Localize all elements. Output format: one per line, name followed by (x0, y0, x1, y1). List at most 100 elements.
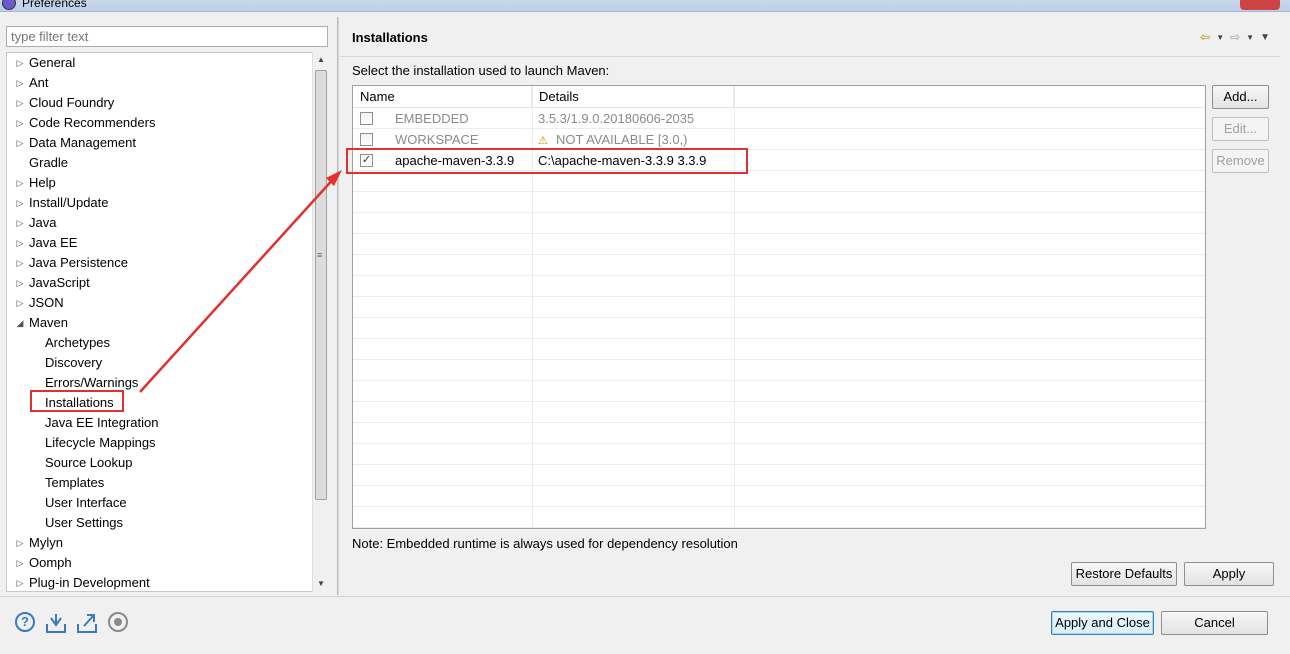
apply-button[interactable]: Apply (1184, 562, 1274, 586)
tree-item-install-update[interactable]: ▷ Install/Update (7, 193, 311, 213)
collapsed-twisty-icon[interactable]: ▷ (15, 73, 25, 93)
tree-item-plug-in-development[interactable]: ▷ Plug-in Development (7, 573, 311, 591)
tree-item-mylyn[interactable]: ▷ Mylyn (7, 533, 311, 553)
collapsed-twisty-icon[interactable]: ▷ (15, 233, 25, 253)
tree-item-ant[interactable]: ▷ Ant (7, 73, 311, 93)
tree-item-user-settings[interactable]: User Settings (7, 513, 311, 533)
empty-table-row (353, 171, 1205, 192)
page-title: Installations (352, 30, 428, 45)
tree-item-java[interactable]: ▷ Java (7, 213, 311, 233)
scroll-up-arrow-icon[interactable]: ▲ (313, 52, 329, 68)
pane-sash[interactable] (337, 17, 339, 595)
tree-item-code-recommenders[interactable]: ▷ Code Recommenders (7, 113, 311, 133)
empty-table-row (353, 444, 1205, 465)
tree-item-label: Plug-in Development (29, 575, 150, 590)
tree-item-label: Source Lookup (45, 455, 133, 470)
tree-item-label: Maven (29, 315, 69, 330)
tree-item-label: General (29, 55, 76, 70)
expanded-twisty-icon[interactable]: ◢ (15, 313, 25, 333)
scroll-down-arrow-icon[interactable]: ▼ (313, 576, 329, 592)
installation-name: WORKSPACE (395, 132, 479, 147)
tree-item-lifecycle-mappings[interactable]: Lifecycle Mappings (7, 433, 311, 453)
empty-table-row (353, 276, 1205, 297)
back-arrow-icon[interactable]: ⇦ (1200, 30, 1210, 44)
table-row[interactable]: WORKSPACE ⚠ NOT AVAILABLE [3.0,) (353, 129, 1205, 150)
add-button[interactable]: Add... (1212, 85, 1269, 109)
page-header: Installations ⇦ ▼ ⇨ ▼ ▼ (340, 17, 1280, 57)
tree-item-general[interactable]: ▷ General (7, 53, 311, 73)
installation-checkbox[interactable] (360, 112, 373, 125)
tree-item-user-interface[interactable]: User Interface (7, 493, 311, 513)
collapsed-twisty-icon[interactable]: ▷ (15, 273, 25, 293)
tree-item-java-ee-integration[interactable]: Java EE Integration (7, 413, 311, 433)
back-dropdown-icon[interactable]: ▼ (1216, 33, 1224, 42)
tree-item-label: Oomph (29, 555, 72, 570)
collapsed-twisty-icon[interactable]: ▷ (15, 173, 25, 193)
tree-item-label: Discovery (45, 355, 103, 370)
installation-checkbox[interactable] (360, 133, 373, 146)
column-header-name[interactable]: Name (353, 86, 532, 108)
tree-item-gradle[interactable]: Gradle (7, 153, 311, 173)
tree-item-label: Cloud Foundry (29, 95, 115, 110)
collapsed-twisty-icon[interactable]: ▷ (15, 293, 25, 313)
scrollbar-thumb[interactable] (315, 70, 327, 500)
tree-item-discovery[interactable]: Discovery (7, 353, 311, 373)
import-icon[interactable] (45, 612, 67, 634)
tree-item-templates[interactable]: Templates (7, 473, 311, 493)
help-icon[interactable]: ? (15, 612, 35, 632)
tree-item-java-ee[interactable]: ▷ Java EE (7, 233, 311, 253)
cancel-button[interactable]: Cancel (1161, 611, 1268, 635)
tree-scrollbar[interactable]: ▲ ≡ ▼ (312, 52, 328, 592)
table-header: Name Details (353, 86, 1205, 108)
tree-item-java-persistence[interactable]: ▷ Java Persistence (7, 253, 311, 273)
collapsed-twisty-icon[interactable]: ▷ (15, 193, 25, 213)
close-window-button[interactable] (1240, 0, 1280, 10)
tree-item-oomph[interactable]: ▷ Oomph (7, 553, 311, 573)
restore-defaults-button[interactable]: Restore Defaults (1071, 562, 1177, 586)
empty-table-row (353, 423, 1205, 444)
apply-and-close-button[interactable]: Apply and Close (1051, 611, 1154, 635)
collapsed-twisty-icon[interactable]: ▷ (15, 53, 25, 73)
instruction-text: Select the installation used to launch M… (352, 63, 610, 78)
empty-table-row (353, 381, 1205, 402)
filter-input[interactable] (6, 26, 328, 47)
tree-item-help[interactable]: ▷ Help (7, 173, 311, 193)
view-menu-icon[interactable]: ▼ (1260, 32, 1270, 43)
tree-item-data-management[interactable]: ▷ Data Management (7, 133, 311, 153)
tree-item-label: Ant (29, 75, 49, 90)
tree-item-label: JavaScript (29, 275, 90, 290)
remove-button[interactable]: Remove (1212, 149, 1269, 173)
tree-item-label: Java (29, 215, 57, 230)
edit-button[interactable]: Edit... (1212, 117, 1269, 141)
collapsed-twisty-icon[interactable]: ▷ (15, 533, 25, 553)
tree-item-archetypes[interactable]: Archetypes (7, 333, 311, 353)
preferences-window: Preferences ▷ General ▷ Ant ▷ Cloud Foundry ▷ C… (0, 0, 1290, 654)
tree-item-source-lookup[interactable]: Source Lookup (7, 453, 311, 473)
empty-table-row (353, 402, 1205, 423)
record-icon[interactable] (108, 612, 128, 632)
installation-name: EMBEDDED (395, 111, 469, 126)
collapsed-twisty-icon[interactable]: ▷ (15, 253, 25, 273)
tree-item-json[interactable]: ▷ JSON (7, 293, 311, 313)
tree-item-label: Java EE (29, 235, 78, 250)
tree-item-label: JSON (29, 295, 64, 310)
tree-item-javascript[interactable]: ▷ JavaScript (7, 273, 311, 293)
collapsed-twisty-icon[interactable]: ▷ (15, 113, 25, 133)
export-icon[interactable] (76, 612, 98, 634)
table-row[interactable]: EMBEDDED 3.5.3/1.9.0.20180606-2035 (353, 108, 1205, 129)
collapsed-twisty-icon[interactable]: ▷ (15, 213, 25, 233)
empty-table-row (353, 297, 1205, 318)
tree-item-maven[interactable]: ◢ Maven (7, 313, 311, 333)
empty-table-row (353, 213, 1205, 234)
collapsed-twisty-icon[interactable]: ▷ (15, 93, 25, 113)
forward-dropdown-icon[interactable]: ▼ (1246, 33, 1254, 42)
collapsed-twisty-icon[interactable]: ▷ (15, 133, 25, 153)
collapsed-twisty-icon[interactable]: ▷ (15, 553, 25, 573)
empty-table-row (353, 507, 1205, 528)
forward-arrow-icon[interactable]: ⇨ (1230, 30, 1240, 44)
tree-item-label: Archetypes (45, 335, 111, 350)
column-header-details[interactable]: Details (532, 86, 734, 108)
tree-item-cloud-foundry[interactable]: ▷ Cloud Foundry (7, 93, 311, 113)
collapsed-twisty-icon[interactable]: ▷ (15, 573, 25, 591)
installation-details: ⚠ NOT AVAILABLE [3.0,) (538, 129, 688, 150)
